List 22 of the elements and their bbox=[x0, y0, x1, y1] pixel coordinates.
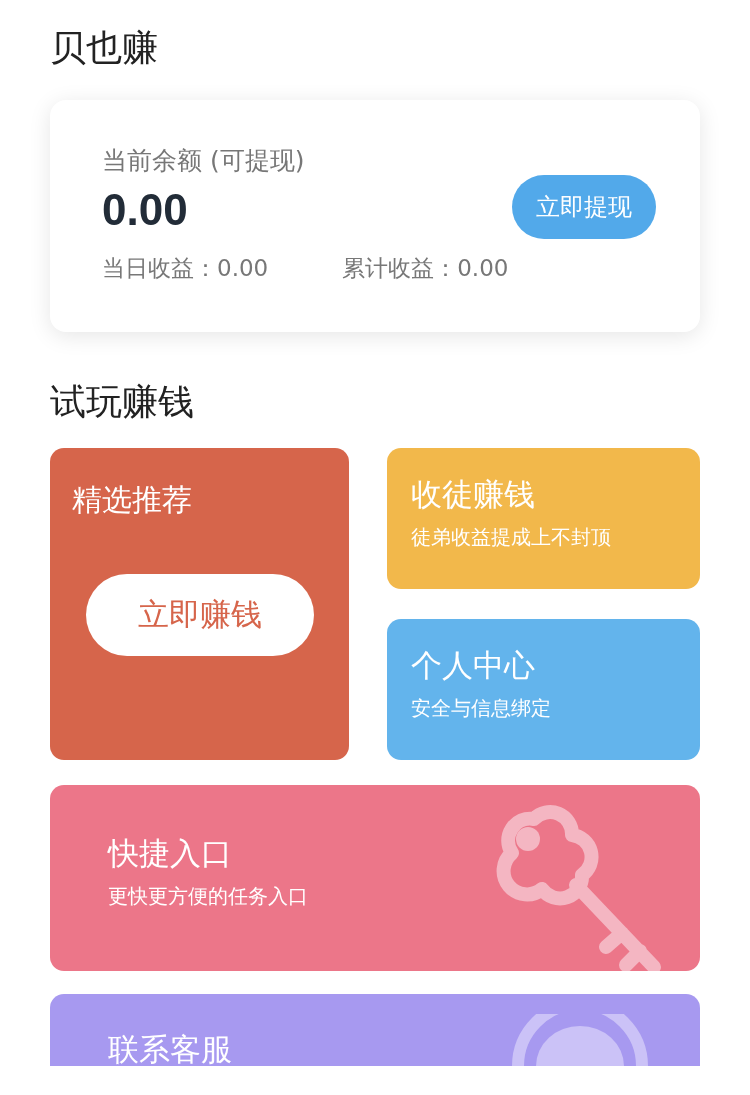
balance-amount: 0.00 bbox=[102, 184, 188, 236]
app-title: 贝也赚 bbox=[50, 26, 159, 70]
card-title: 个人中心 bbox=[411, 646, 536, 685]
earnings-stat: 当日收益：0.00 bbox=[102, 254, 269, 283]
menu-card[interactable]: 收徒赚钱 徒弟收益提成上不封顶 bbox=[387, 448, 700, 589]
featured-card[interactable]: 精选推荐 立即赚钱 bbox=[50, 448, 349, 760]
support-card[interactable]: 联系客服 bbox=[50, 994, 700, 1066]
card-subtitle: 更快更方便的任务入口 bbox=[108, 883, 309, 910]
shortcut-card[interactable]: 快捷入口 更快更方便的任务入口 bbox=[50, 785, 700, 971]
support-icon bbox=[510, 1014, 650, 1066]
section-title: 试玩赚钱 bbox=[50, 380, 195, 424]
balance-label: 当前余额 (可提现) bbox=[102, 145, 306, 177]
withdraw-button[interactable]: 立即提现 bbox=[512, 175, 656, 239]
card-title: 收徒赚钱 bbox=[411, 475, 536, 514]
card-title: 联系客服 bbox=[108, 1032, 232, 1066]
earnings-stat: 累计收益：0.00 bbox=[342, 254, 509, 283]
menu-card[interactable]: 个人中心 安全与信息绑定 bbox=[387, 619, 700, 760]
card-title: 精选推荐 bbox=[72, 481, 192, 519]
card-subtitle: 徒弟收益提成上不封顶 bbox=[411, 524, 612, 551]
earn-button[interactable]: 立即赚钱 bbox=[86, 574, 314, 656]
card-subtitle: 安全与信息绑定 bbox=[411, 695, 552, 722]
card-title: 快捷入口 bbox=[108, 834, 233, 873]
